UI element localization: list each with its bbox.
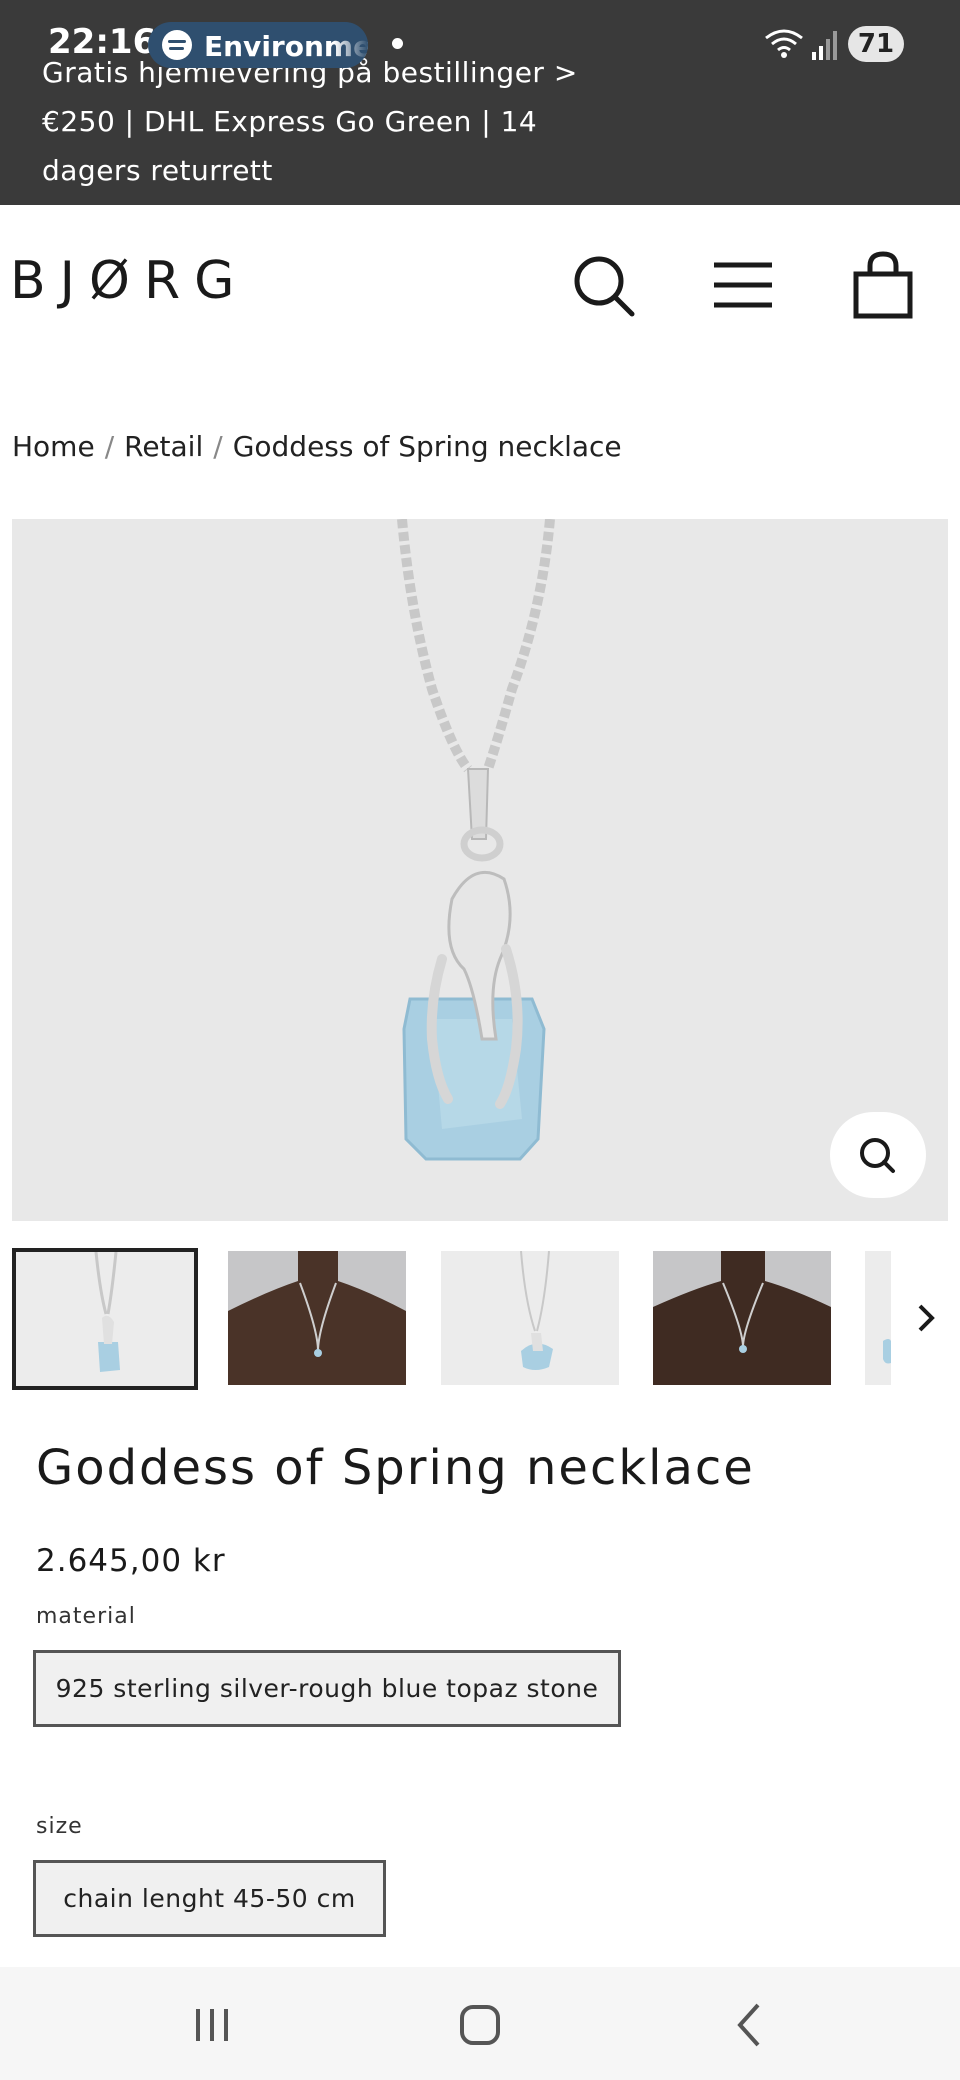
zoom-icon bbox=[860, 1138, 895, 1173]
battery-indicator: 71 bbox=[848, 26, 904, 62]
size-option-button[interactable]: chain lenght 45-50 cm bbox=[33, 1860, 386, 1937]
media-pill[interactable]: Environment bbox=[148, 22, 368, 68]
material-label: material bbox=[36, 1604, 136, 1629]
breadcrumb-retail[interactable]: Retail bbox=[124, 430, 203, 463]
breadcrumb: Home / Retail / Goddess of Spring necklace bbox=[12, 430, 622, 463]
recent-apps-icon[interactable] bbox=[182, 1997, 242, 2053]
breadcrumb-separator: / bbox=[104, 430, 115, 463]
breadcrumb-separator: / bbox=[213, 430, 223, 463]
thumbnail[interactable] bbox=[441, 1251, 619, 1385]
site-header: BJØRG bbox=[0, 205, 960, 360]
menu-icon[interactable] bbox=[708, 250, 778, 320]
breadcrumb-home[interactable]: Home bbox=[12, 430, 95, 463]
product-main-image[interactable] bbox=[12, 519, 948, 1221]
brand-logo[interactable]: BJØRG bbox=[10, 251, 248, 311]
thumbnail[interactable] bbox=[12, 1248, 198, 1390]
material-option-button[interactable]: 925 sterling silver-rough blue topaz sto… bbox=[33, 1650, 621, 1727]
status-time: 22:16 bbox=[48, 22, 157, 62]
thumbnail-strip bbox=[12, 1248, 948, 1390]
chevron-right-icon[interactable] bbox=[908, 1298, 944, 1338]
product-title: Goddess of Spring necklace bbox=[36, 1440, 755, 1496]
product-price: 2.645,00 kr bbox=[36, 1543, 226, 1579]
breadcrumb-current: Goddess of Spring necklace bbox=[232, 430, 622, 463]
thumbnail[interactable] bbox=[653, 1251, 831, 1385]
notification-dot-icon bbox=[392, 38, 403, 49]
size-label: size bbox=[36, 1814, 83, 1839]
thumbnail[interactable] bbox=[865, 1251, 891, 1385]
home-icon[interactable] bbox=[450, 1997, 510, 2053]
top-bar: Gratis hjemlevering på bestillinger > €2… bbox=[0, 0, 960, 205]
search-icon[interactable] bbox=[568, 250, 638, 320]
zoom-button[interactable] bbox=[830, 1112, 926, 1198]
shopping-bag-icon[interactable] bbox=[848, 250, 918, 320]
signal-icon bbox=[812, 31, 837, 60]
system-nav-bar bbox=[0, 1967, 960, 2080]
spotify-icon bbox=[162, 30, 192, 60]
necklace-illustration bbox=[397, 519, 555, 1161]
back-icon[interactable] bbox=[720, 1997, 780, 2053]
wifi-icon bbox=[765, 29, 803, 58]
thumbnail[interactable] bbox=[228, 1251, 406, 1385]
status-bar: 22:16 Environment 71 bbox=[0, 0, 960, 88]
